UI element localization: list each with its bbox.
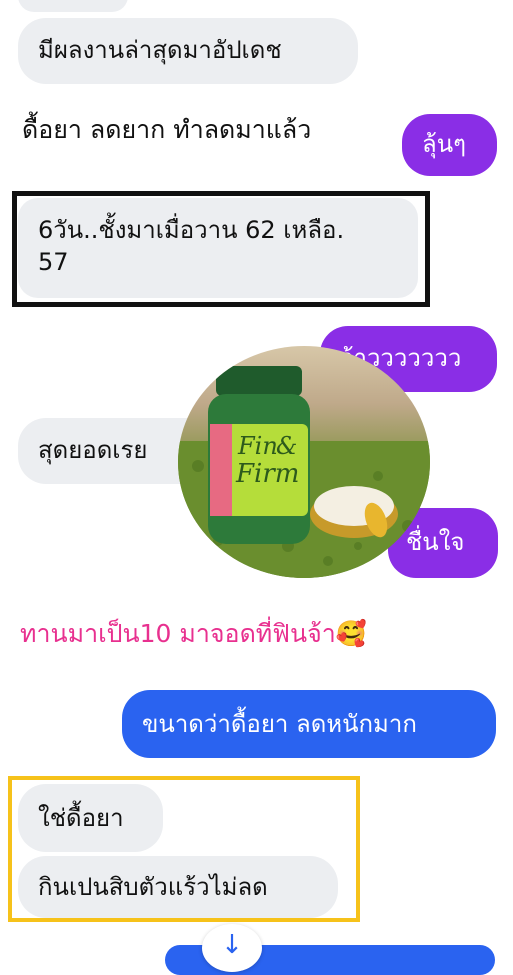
incoming-message-ate[interactable]: กินเปนสิบตัวแร้วไม่ลด xyxy=(18,856,338,918)
message-text: ขนาดว่าดื้อยา ลดหนักมาก xyxy=(142,710,417,738)
brand-text-fin: Fin xyxy=(237,432,278,460)
product-photo-drawing: Fin & Firm xyxy=(178,366,430,578)
incoming-message-weight-report[interactable]: 6วัน..ชั้งมาเมื่อวาน 62 เหลือ. 57 xyxy=(18,198,418,298)
overlay-caption: ทานมาเป็น10 มาจอดที่ฟินจ้า🥰 xyxy=(20,614,367,654)
partial-message-bubble xyxy=(18,0,128,12)
product-photo-circle: Fin & Firm xyxy=(178,346,430,578)
incoming-message-yes[interactable]: ใช่ดื้อยา xyxy=(18,784,163,852)
message-text-stubborn: ดื้อยา ลดยาก ทำลดมาแล้ว xyxy=(22,115,312,144)
incoming-message-latest-update[interactable]: มีผลงานล่าสุดมาอัปเดช xyxy=(18,18,358,84)
arrow-down-icon: ↓ xyxy=(221,930,243,960)
brand-text-ampersand: & xyxy=(276,432,297,460)
message-text-line2: 57 xyxy=(38,248,69,276)
message-text: สุดยอดเรย xyxy=(38,436,148,464)
outgoing-message-size[interactable]: ขนาดว่าดื้อยา ลดหนักมาก xyxy=(122,690,496,758)
message-text: ใช่ดื้อยา xyxy=(38,804,124,832)
smiling-face-hearts-icon: 🥰 xyxy=(335,619,367,648)
message-text-line1: 6วัน..ชั้งมาเมื่อวาน 62 เหลือ. xyxy=(38,216,345,244)
outgoing-message-lunn[interactable]: ลุ้นๆ xyxy=(402,114,497,176)
message-text: กินเปนสิบตัวแร้วไม่ลด xyxy=(38,873,268,901)
message-text: มีผลงานล่าสุดมาอัปเดช xyxy=(38,36,282,64)
overlay-caption-text: ทานมาเป็น10 มาจอดที่ฟินจ้า xyxy=(20,619,336,648)
brand-text-firm: Firm xyxy=(235,459,299,489)
scroll-down-button[interactable]: ↓ xyxy=(202,924,262,972)
message-text: ลุ้นๆ xyxy=(422,130,467,158)
message-text: ชื่นใจ xyxy=(406,528,465,556)
